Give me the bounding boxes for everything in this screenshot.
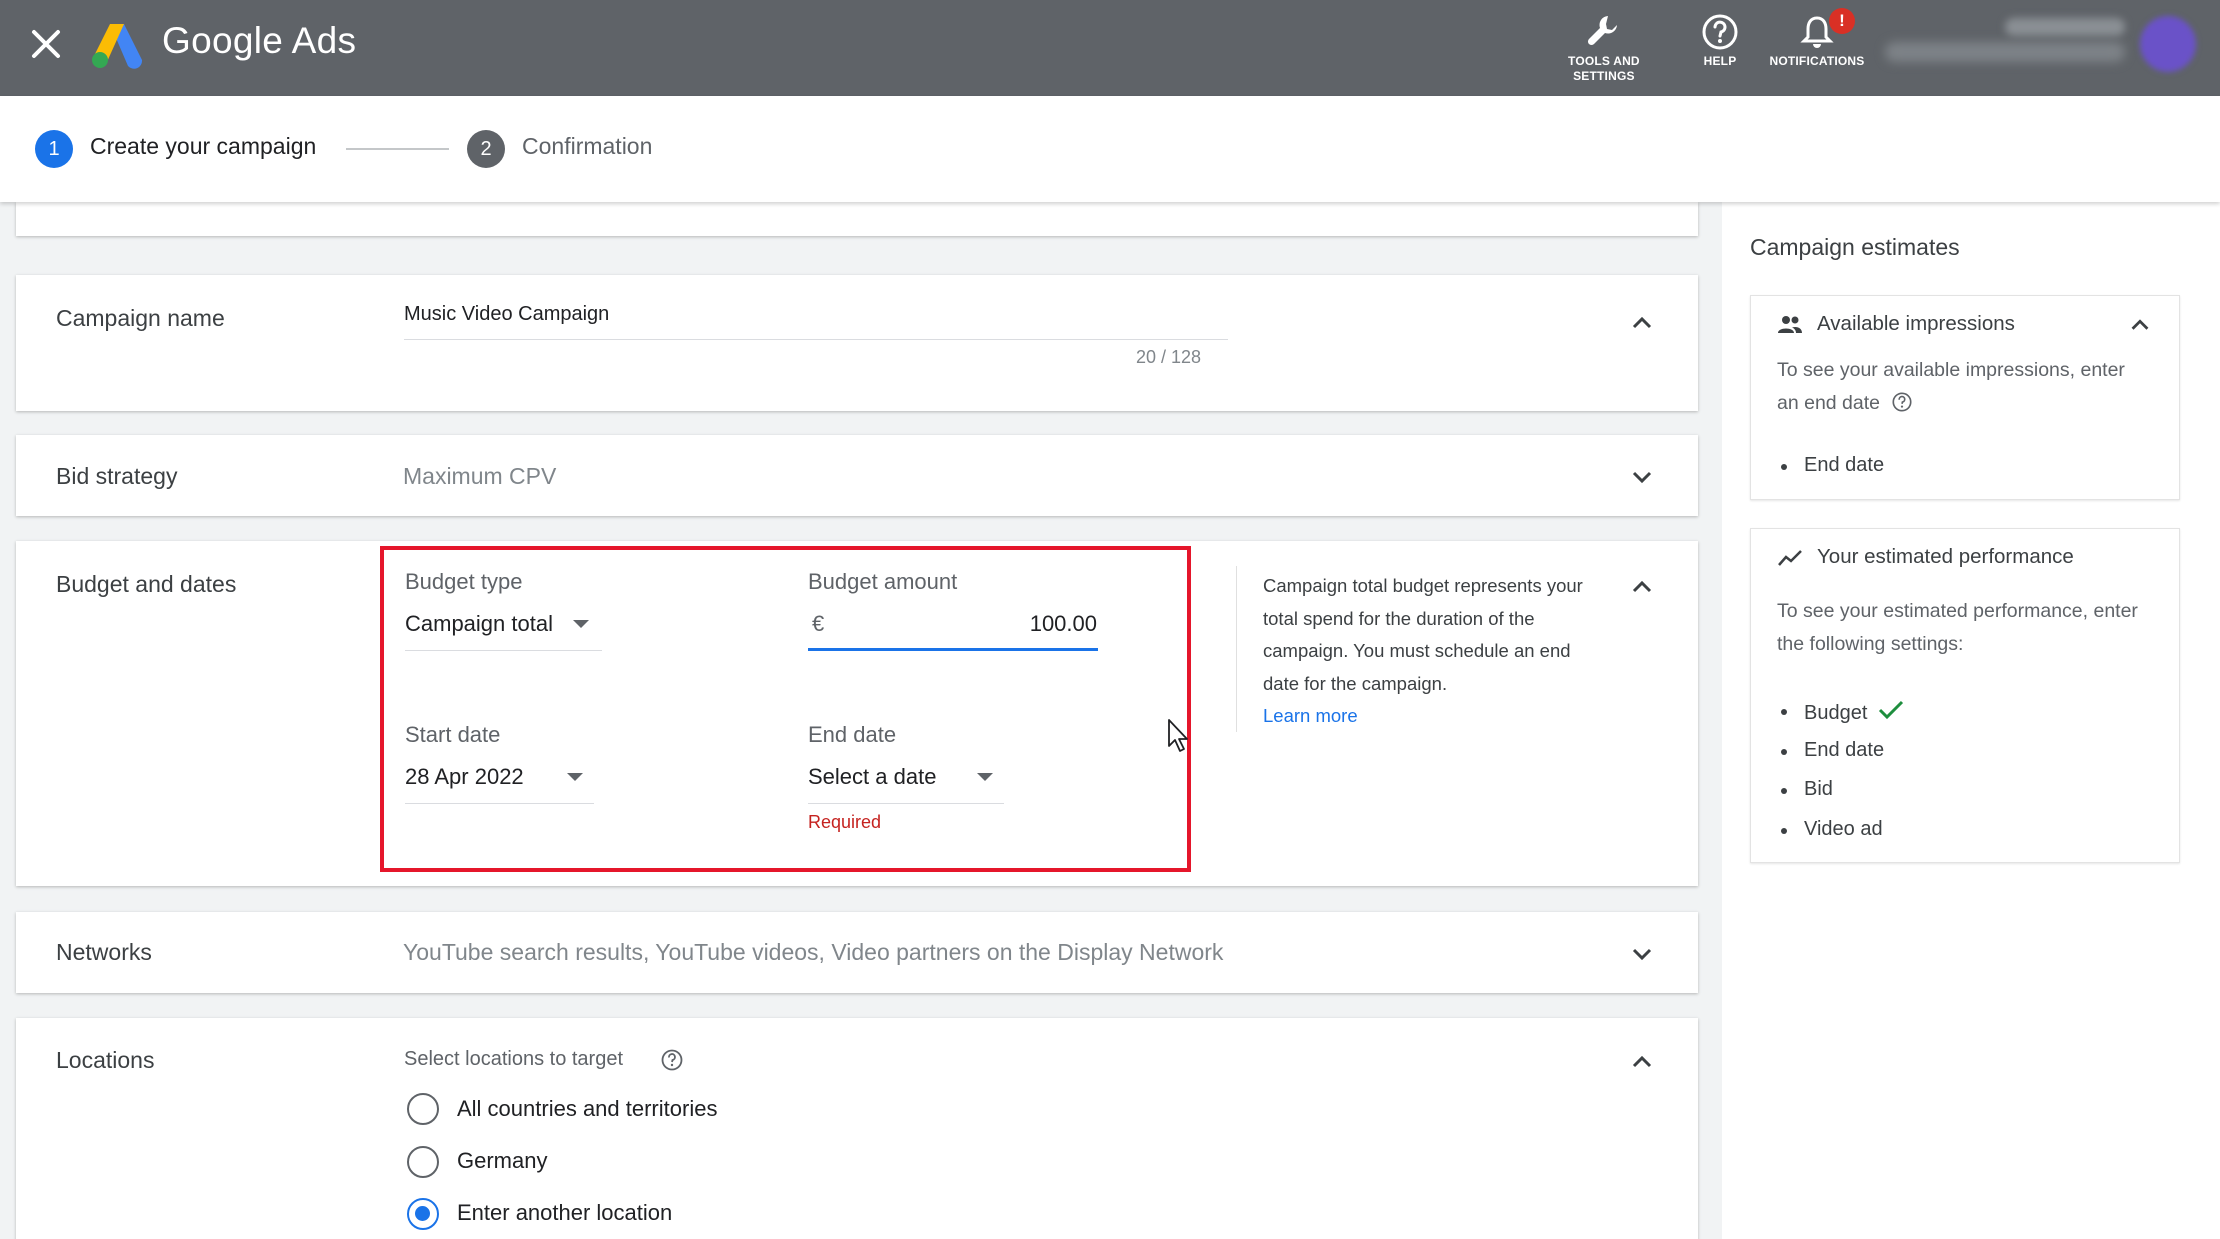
bid-strategy-card[interactable]: Bid strategy Maximum CPV xyxy=(16,435,1698,516)
highlight-box xyxy=(380,546,1191,872)
mouse-cursor-icon xyxy=(1168,719,1188,752)
list-item: Budget xyxy=(1781,699,1905,725)
radio-label-germany[interactable]: Germany xyxy=(457,1148,547,1174)
locations-prompt: Select locations to target xyxy=(404,1048,624,1070)
previous-section-card xyxy=(16,202,1698,236)
campaign-name-card: Campaign name Music Video Campaign 20 / … xyxy=(16,275,1698,411)
campaign-name-input[interactable]: Music Video Campaign xyxy=(404,303,609,326)
available-impressions-text: To see your available impressions, enter… xyxy=(1777,354,2147,420)
stepper: 1 Create your campaign 2 Confirmation xyxy=(0,96,2220,202)
account-info[interactable] xyxy=(1885,18,2130,68)
google-ads-logo-icon xyxy=(92,24,143,69)
help-circle-icon[interactable] xyxy=(660,1048,684,1072)
notifications-label: NOTIFICATIONS xyxy=(1769,54,1865,68)
locations-card: Locations Select locations to target xyxy=(16,1018,1698,1239)
bid-strategy-value: Maximum CPV xyxy=(403,463,557,489)
step1-number: 1 xyxy=(35,130,73,168)
learn-more-link[interactable]: Learn more xyxy=(1263,705,1358,726)
available-impressions-card: Available impressions To see your availa… xyxy=(1750,295,2180,500)
list-item: End date xyxy=(1781,739,1884,762)
chevron-up-icon[interactable] xyxy=(2127,312,2153,338)
estimated-performance-title: Your estimated performance xyxy=(1817,545,2074,568)
estimated-performance-text: To see your estimated performance, enter… xyxy=(1777,600,2138,655)
notifications-button[interactable]: ! NOTIFICATIONS xyxy=(1767,8,1867,69)
radio-germany[interactable] xyxy=(407,1146,439,1178)
chevron-up-icon[interactable] xyxy=(1628,1048,1656,1076)
campaign-name-title: Campaign name xyxy=(56,305,225,331)
campaign-estimates-title: Campaign estimates xyxy=(1750,234,1960,260)
brand-title: Google Ads xyxy=(162,20,357,61)
networks-title: Networks xyxy=(56,939,152,965)
notification-badge: ! xyxy=(1829,8,1855,34)
list-item: Video ad xyxy=(1781,818,1883,841)
step-connector xyxy=(346,148,449,150)
help-button[interactable]: HELP xyxy=(1700,12,1740,69)
chevron-down-icon[interactable] xyxy=(1628,940,1656,968)
help-label: HELP xyxy=(1703,54,1737,68)
close-icon[interactable] xyxy=(26,24,66,64)
char-counter: 20 / 128 xyxy=(1136,347,1202,367)
help-circle-icon[interactable] xyxy=(1891,391,1913,413)
chevron-up-icon[interactable] xyxy=(1628,309,1656,337)
avatar[interactable] xyxy=(2140,16,2196,72)
tools-label-line1: TOOLS AND xyxy=(1568,54,1640,68)
list-item: Bid xyxy=(1781,778,1833,801)
chevron-up-icon[interactable] xyxy=(1628,573,1656,601)
list-item: End date xyxy=(1781,454,1884,477)
step1-label: Create your campaign xyxy=(90,133,317,159)
tools-and-settings-button[interactable]: TOOLS AND SETTINGS xyxy=(1568,12,1640,84)
budget-help-text: Campaign total budget represents your to… xyxy=(1263,570,1603,733)
available-impressions-title: Available impressions xyxy=(1817,312,2015,335)
chevron-down-icon[interactable] xyxy=(1628,463,1656,491)
tools-label-line2: SETTINGS xyxy=(1573,69,1635,83)
locations-title: Locations xyxy=(56,1047,155,1073)
networks-value: YouTube search results, YouTube videos, … xyxy=(403,939,1224,965)
step2-number: 2 xyxy=(467,130,505,168)
check-icon xyxy=(1878,700,1904,720)
available-impressions-text-body: To see your available impressions, enter… xyxy=(1777,359,2125,414)
divider xyxy=(1236,566,1237,732)
wrench-icon xyxy=(1587,16,1617,46)
people-icon xyxy=(1778,316,1802,333)
top-app-bar: Google Ads TOOLS AND SETTINGS HELP ! NOTI… xyxy=(0,0,2220,96)
step2-label: Confirmation xyxy=(522,133,653,159)
bid-strategy-title: Bid strategy xyxy=(56,463,178,489)
budget-help-body: Campaign total budget represents your to… xyxy=(1263,575,1583,694)
radio-label-all-countries[interactable]: All countries and territories xyxy=(457,1096,717,1122)
help-circle-icon xyxy=(1702,14,1738,50)
estimated-performance-card: Your estimated performance To see your e… xyxy=(1750,528,2180,863)
budget-and-dates-title: Budget and dates xyxy=(56,571,237,597)
trending-up-icon xyxy=(1778,550,1802,566)
networks-card[interactable]: Networks YouTube search results, YouTube… xyxy=(16,912,1698,993)
radio-all-countries[interactable] xyxy=(407,1093,439,1125)
radio-enter-another-location[interactable] xyxy=(407,1198,439,1230)
radio-label-enter-another-location[interactable]: Enter another location xyxy=(457,1200,672,1226)
